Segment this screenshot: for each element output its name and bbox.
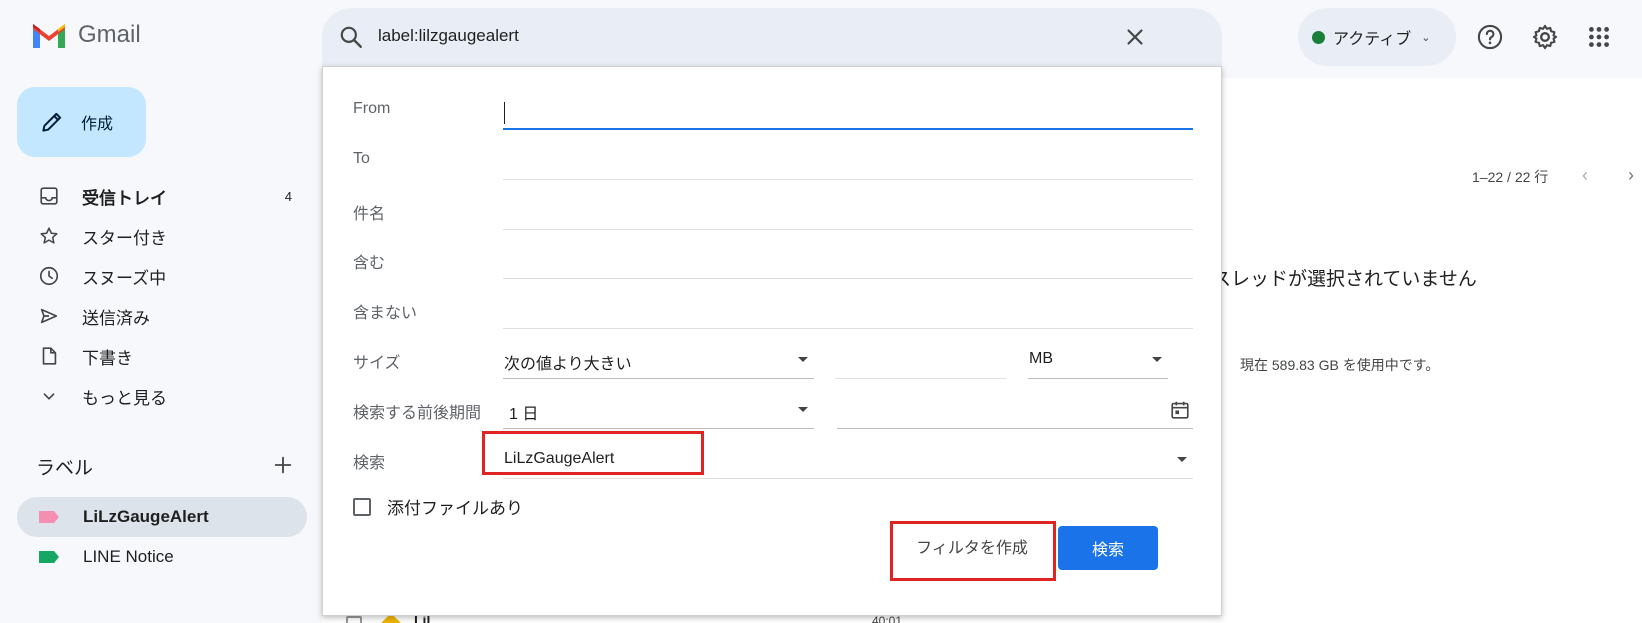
has-words-row: 含む xyxy=(353,239,1193,279)
has-attachment-checkbox[interactable] xyxy=(353,497,371,516)
from-label: From xyxy=(353,100,391,117)
chevron-down-icon: ⌄ xyxy=(1421,31,1431,44)
labels-heading: ラベル xyxy=(36,458,94,479)
gear-icon[interactable] xyxy=(1530,22,1560,52)
subject-row: 件名 xyxy=(353,190,1193,230)
sidebar-item-label: 送信済み xyxy=(82,308,150,328)
clock-icon xyxy=(38,265,60,287)
dropdown-arrow-icon xyxy=(798,407,808,412)
doesnt-have-row: 含まない xyxy=(353,289,1193,329)
status-label: アクティブ xyxy=(1333,31,1412,48)
date-within-label: 検索する前後期間 xyxy=(353,405,482,422)
dropdown-arrow-icon xyxy=(1177,457,1187,462)
search-input[interactable]: label:lilzgaugealert xyxy=(378,26,519,46)
label-tag-icon xyxy=(39,551,59,563)
sidebar-item-drafts[interactable]: 下書き xyxy=(0,336,310,376)
inbox-count: 4 xyxy=(284,188,292,204)
size-label: サイズ xyxy=(353,355,401,372)
label-name: LiLzGaugeAlert xyxy=(83,507,209,526)
has-attachment-row[interactable]: 添付ファイルあり xyxy=(353,494,523,519)
storage-usage: 現在 589.83 GB を使用中です。 xyxy=(1240,357,1440,373)
sidebar-item-label: スター付き xyxy=(82,228,167,248)
sidebar-item-more[interactable]: もっと見る xyxy=(0,376,310,416)
send-icon xyxy=(38,305,60,327)
sidebar-item-sent[interactable]: 送信済み xyxy=(0,296,310,336)
dropdown-arrow-icon xyxy=(798,357,808,362)
from-row: From xyxy=(353,90,1193,130)
size-row: サイズ 次の値より大きい MB xyxy=(353,339,1193,379)
search-bar[interactable]: label:lilzgaugealert xyxy=(322,8,1222,66)
label-name: LINE Notice xyxy=(83,547,174,566)
size-operator-select[interactable]: 次の値より大きい xyxy=(503,339,814,379)
from-input[interactable] xyxy=(503,90,1193,130)
sidebar-nav: 受信トレイ 4 スター付き スヌーズ中 送信済み 下書き もっと見る xyxy=(0,176,310,416)
date-within-select[interactable]: 1 日 xyxy=(503,389,814,429)
to-label: To xyxy=(353,150,370,167)
chevron-down-icon xyxy=(38,385,60,407)
calendar-icon[interactable] xyxy=(1169,399,1191,421)
doesnt-have-input[interactable] xyxy=(503,289,1193,329)
search-icon[interactable] xyxy=(338,24,364,50)
add-label-icon[interactable] xyxy=(272,454,294,479)
sidebar-item-label: 下書き xyxy=(82,348,133,368)
size-value-input[interactable] xyxy=(835,339,1006,379)
size-operator-value: 次の値より大きい xyxy=(504,356,632,373)
close-icon[interactable] xyxy=(1122,24,1148,50)
sidebar-item-inbox[interactable]: 受信トレイ 4 xyxy=(0,176,310,216)
sidebar-item-snoozed[interactable]: スヌーズ中 xyxy=(0,256,310,296)
star-icon xyxy=(38,225,60,247)
inbox-icon xyxy=(38,185,60,207)
to-row: To xyxy=(353,140,1193,180)
subject-label: 件名 xyxy=(353,206,386,223)
next-page-icon[interactable]: › xyxy=(1628,165,1634,186)
annotation-highlight-box xyxy=(890,521,1056,581)
label-tag-icon xyxy=(39,511,59,523)
date-input[interactable] xyxy=(837,389,1193,429)
draft-icon xyxy=(38,345,60,367)
doesnt-have-label: 含まない xyxy=(353,305,418,322)
no-thread-message: スレッドが選択されていません xyxy=(1212,269,1477,290)
help-icon[interactable] xyxy=(1475,22,1505,52)
has-words-input[interactable] xyxy=(503,239,1193,279)
gmail-m-icon xyxy=(33,24,65,48)
search-button[interactable]: 検索 xyxy=(1058,526,1158,570)
date-within-value: 1 日 xyxy=(509,406,539,423)
pencil-icon xyxy=(42,112,62,132)
sidebar-item-label: スヌーズ中 xyxy=(82,268,167,288)
has-attachment-label: 添付ファイルあり xyxy=(387,499,523,518)
status-selector[interactable]: アクティブ ⌄ xyxy=(1298,8,1456,66)
subject-input[interactable] xyxy=(503,190,1193,230)
row-checkbox[interactable] xyxy=(346,616,362,623)
gmail-logo[interactable]: Gmail xyxy=(30,20,141,50)
label-item-lilzgaugealert[interactable]: LiLzGaugeAlert xyxy=(17,497,307,537)
dropdown-arrow-icon xyxy=(1152,357,1162,362)
has-words-label: 含む xyxy=(353,255,386,272)
label-item-line-notice[interactable]: LINE Notice xyxy=(17,537,307,577)
prev-page-icon[interactable]: ‹ xyxy=(1582,165,1588,186)
search-in-row: 検索 LiLzGaugeAlert xyxy=(353,439,1193,479)
sidebar-item-starred[interactable]: スター付き xyxy=(0,216,310,256)
sidebar-item-label: 受信トレイ xyxy=(82,188,167,208)
annotation-highlight-box xyxy=(482,431,704,475)
sidebar-item-label: もっと見る xyxy=(82,388,167,408)
advanced-search-dialog: From To 件名 含む 含まない サイズ 次の値より大きい MB 検索する前… xyxy=(322,66,1222,616)
search-in-label: 検索 xyxy=(353,455,386,472)
compose-label: 作成 xyxy=(81,116,114,133)
compose-button[interactable]: 作成 xyxy=(17,87,146,157)
date-within-row: 検索する前後期間 1 日 xyxy=(353,389,1193,429)
size-unit-value: MB xyxy=(1029,350,1053,367)
apps-grid-icon[interactable] xyxy=(1584,22,1614,52)
to-input[interactable] xyxy=(503,140,1193,180)
status-dot-icon xyxy=(1312,30,1325,44)
text-caret xyxy=(504,102,505,124)
pagination-text: 1–22 / 22 行 xyxy=(1472,169,1549,185)
gmail-wordmark: Gmail xyxy=(78,21,141,48)
size-unit-select[interactable]: MB xyxy=(1028,339,1168,379)
